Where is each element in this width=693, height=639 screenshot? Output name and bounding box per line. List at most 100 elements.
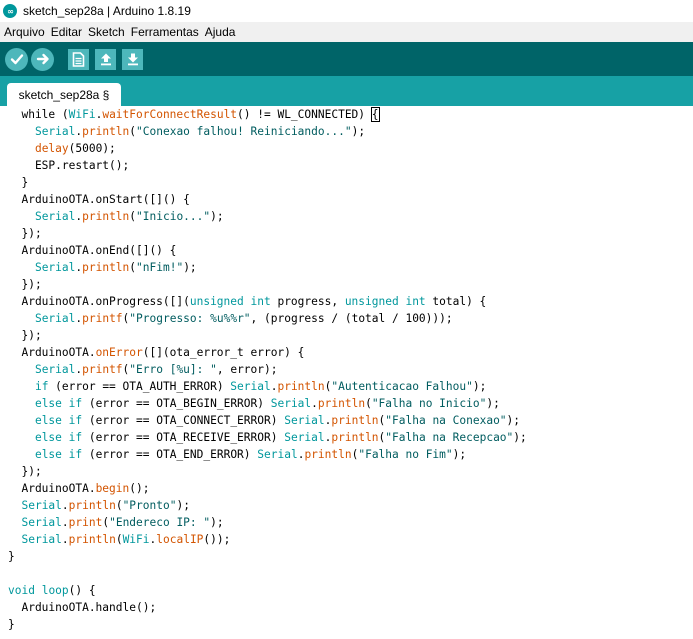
code-token: Serial [284,414,325,427]
code-token: ArduinoOTA.onEnd([]() { [8,244,177,257]
code-token: onError [95,346,143,359]
code-line[interactable]: Serial.println(WiFi.localIP()); [8,531,693,548]
code-token: . [61,533,69,546]
code-token: Serial [21,533,62,546]
code-token: ()); [203,533,231,546]
code-token: (5000); [68,142,116,155]
code-token: printf [82,312,123,325]
code-token: println [68,499,116,512]
code-line[interactable] [8,565,693,582]
new-icon [72,51,85,67]
code-line[interactable]: Serial.println("Inicio..."); [8,208,693,225]
code-editor[interactable]: while (WiFi.waitForConnectResult() != WL… [0,106,693,639]
code-token: unsigned [344,295,399,308]
code-line[interactable]: } [8,616,693,633]
code-token: . [61,516,69,529]
code-line[interactable]: Serial.println("Conexao falhou! Reinicia… [8,123,693,140]
code-token: ); [506,414,521,427]
code-line[interactable]: ArduinoOTA.onStart([]() { [8,191,693,208]
code-token: }); [8,329,42,342]
code-token: "Conexao falhou! Reiniciando..." [136,125,352,138]
code-token: println [304,448,352,461]
code-token: Serial [34,125,76,138]
code-token: printf [82,363,123,376]
tab-bar: sketch_sep28a § [0,76,693,106]
code-token: } [8,176,29,189]
code-token: () != WL_CONNECTED) [237,108,372,121]
code-token: . [61,499,69,512]
matching-brace: { [370,107,380,122]
code-line[interactable]: } [8,548,693,565]
code-line[interactable]: } [8,174,693,191]
code-token: "Autenticacao Falhou" [331,380,473,393]
code-line[interactable]: }); [8,225,693,242]
code-line[interactable]: Serial.printf("Erro [%u]: ", error); [8,361,693,378]
code-line[interactable]: else if (error == OTA_RECEIVE_ERROR) Ser… [8,429,693,446]
code-token: begin [95,482,130,495]
code-line[interactable]: }); [8,327,693,344]
new-button[interactable] [68,48,89,70]
save-button[interactable] [122,48,143,70]
code-line[interactable]: delay(5000); [8,140,693,157]
code-line[interactable]: Serial.println("Pronto"); [8,497,693,514]
code-line[interactable]: else if (error == OTA_CONNECT_ERROR) Ser… [8,412,693,429]
code-line[interactable]: ESP.restart(); [8,157,693,174]
menu-ferramentas[interactable]: Ferramentas [128,25,202,39]
code-token: (error == OTA_BEGIN_ERROR) [82,397,271,410]
menu-arquivo[interactable]: Arquivo [0,25,48,39]
code-line[interactable]: ArduinoOTA.onProgress([](unsigned int pr… [8,293,693,310]
code-line[interactable]: Serial.println("nFim!"); [8,259,693,276]
code-line[interactable]: }); [8,276,693,293]
code-token: (error == OTA_RECEIVE_ERROR) [82,431,285,444]
code-token: Serial [257,448,298,461]
code-line[interactable]: while (WiFi.waitForConnectResult() != WL… [8,106,693,123]
menu-sketch[interactable]: Sketch [85,25,128,39]
code-line[interactable]: void loop() { [8,582,693,599]
code-line[interactable]: ArduinoOTA.begin(); [8,480,693,497]
code-token: } [8,550,15,563]
menu-ajuda[interactable]: Ajuda [202,25,239,39]
code-line[interactable]: Serial.print("Endereco IP: "); [8,514,693,531]
code-token: }); [8,278,42,291]
code-token: else [34,414,62,427]
code-token: if [68,397,83,410]
code-line[interactable]: }); [8,463,693,480]
code-token: ); [486,397,500,410]
code-line[interactable]: ArduinoOTA.onError([](ota_error_t error)… [8,344,693,361]
code-line[interactable]: ArduinoOTA.handle(); [8,599,693,616]
verify-button[interactable] [5,47,28,71]
upload-icon [36,53,49,65]
menu-editar[interactable]: Editar [48,25,85,39]
code-token: Serial [21,516,62,529]
code-token: ([](ota_error_t error) { [142,346,305,359]
code-token: "Erro [%u]: " [129,363,217,376]
code-token: else [34,431,62,444]
code-line[interactable]: else if (error == OTA_END_ERROR) Serial.… [8,446,693,463]
upload-button[interactable] [31,47,54,71]
code-token: (error == OTA_CONNECT_ERROR) [82,414,285,427]
code-token: ESP.restart(); [8,159,130,172]
code-text[interactable]: while (WiFi.waitForConnectResult() != WL… [0,106,693,633]
code-token: WiFi [122,533,150,546]
code-token: "Falha na Conexao" [385,414,507,427]
code-token: , (progress / (total / 100))); [250,312,453,325]
code-token: } [8,618,15,631]
code-line[interactable]: ArduinoOTA.onEnd([]() { [8,242,693,259]
code-line[interactable]: if (error == OTA_AUTH_ERROR) Serial.prin… [8,378,693,395]
code-line[interactable]: Serial.printf("Progresso: %u%%r", (progr… [8,310,693,327]
tab-sketch[interactable]: sketch_sep28a § [7,83,121,106]
code-token: ( [115,533,123,546]
code-token: ); [210,516,224,529]
code-token: println [317,397,366,410]
open-button[interactable] [95,48,116,70]
code-line[interactable]: else if (error == OTA_BEGIN_ERROR) Seria… [8,395,693,412]
